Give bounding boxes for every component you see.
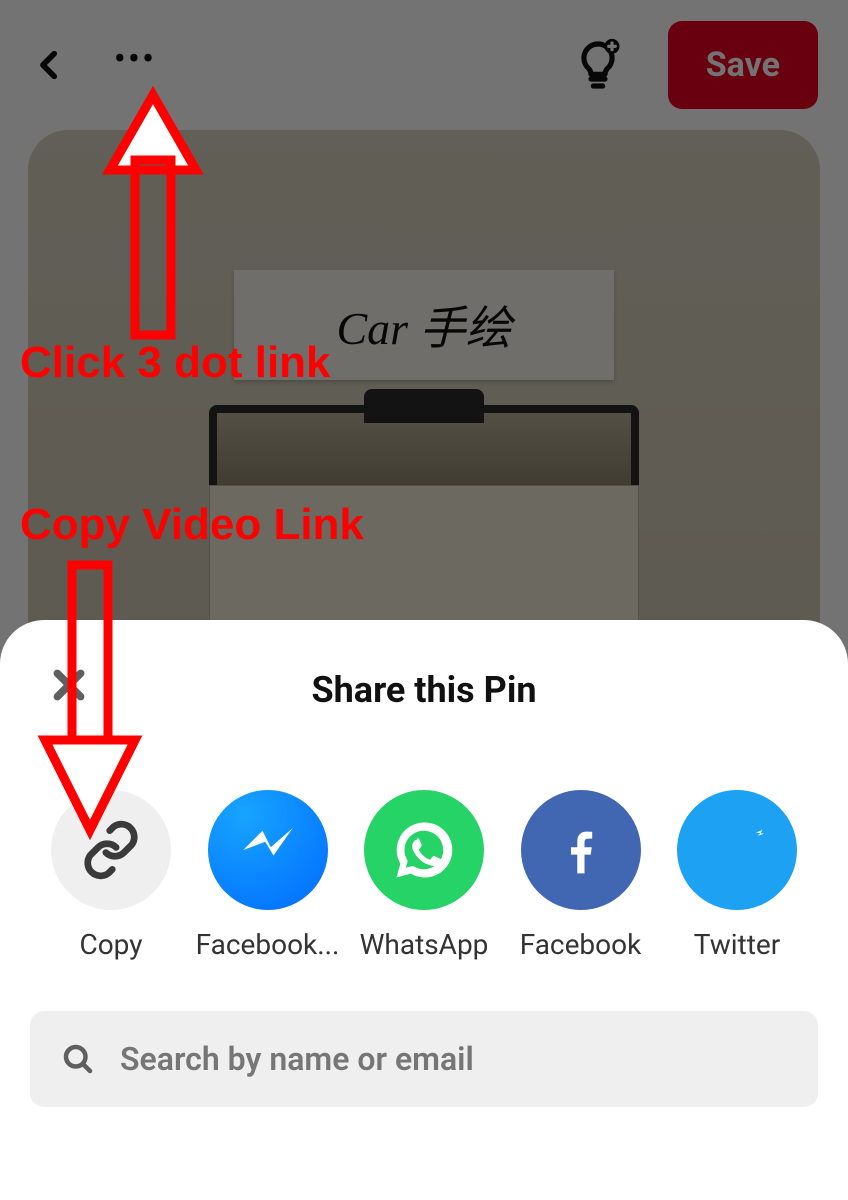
- share-option-copy[interactable]: Copy: [36, 790, 186, 961]
- share-label: Twitter: [694, 928, 780, 961]
- search-box[interactable]: [30, 1011, 818, 1107]
- share-option-twitter[interactable]: Twitter: [662, 790, 812, 961]
- share-options-row: Copy Facebook... WhatsApp: [30, 790, 818, 961]
- link-icon: [51, 790, 171, 910]
- facebook-icon: [521, 790, 641, 910]
- close-button[interactable]: [44, 660, 94, 710]
- whatsapp-icon: [364, 790, 484, 910]
- search-icon: [60, 1041, 96, 1077]
- share-sheet-header: Share this Pin: [30, 660, 818, 720]
- share-label: WhatsApp: [360, 928, 489, 961]
- share-option-messenger[interactable]: Facebook...: [193, 790, 343, 961]
- messenger-icon: [208, 790, 328, 910]
- share-label: Facebook: [520, 928, 642, 961]
- close-icon: [49, 665, 89, 705]
- share-label: Facebook...: [196, 928, 340, 961]
- share-option-facebook[interactable]: Facebook: [506, 790, 656, 961]
- share-option-whatsapp[interactable]: WhatsApp: [349, 790, 499, 961]
- twitter-icon: [677, 790, 797, 910]
- share-label: Copy: [79, 928, 142, 961]
- share-sheet: Share this Pin Copy Facebook...: [0, 620, 848, 1200]
- search-input[interactable]: [120, 1040, 788, 1078]
- share-sheet-title: Share this Pin: [311, 669, 536, 711]
- app-root: ••• Save Car 手绘 Share this Pin: [0, 0, 848, 1200]
